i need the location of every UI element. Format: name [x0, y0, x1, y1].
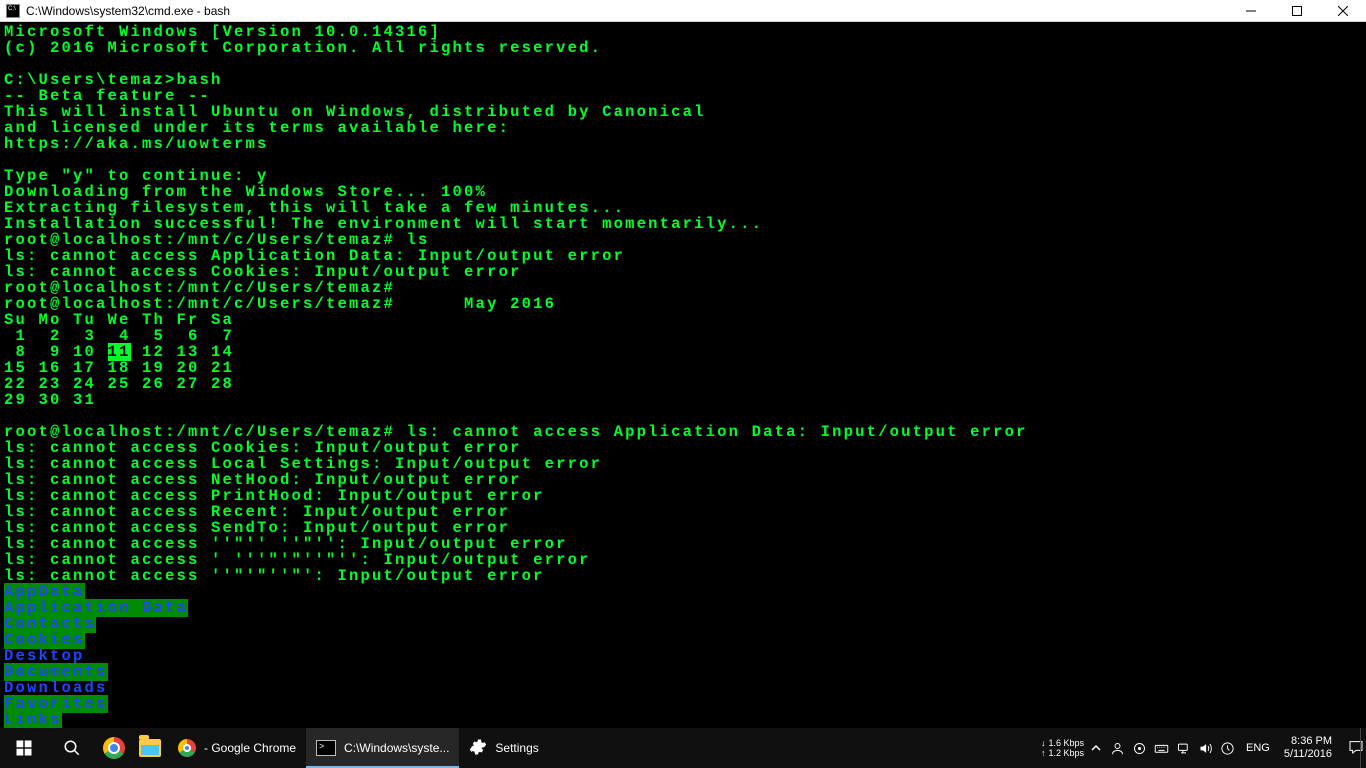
people-icon[interactable]: [1108, 739, 1126, 757]
close-button[interactable]: [1320, 0, 1366, 22]
network-icon[interactable]: [1174, 739, 1192, 757]
chrome-icon: [103, 737, 125, 759]
task-cmd[interactable]: C:\Windows\syste...: [306, 728, 459, 768]
location-icon[interactable]: [1130, 739, 1148, 757]
search-button[interactable]: [48, 728, 96, 768]
taskbar-clock[interactable]: 8:36 PM 5/11/2016: [1276, 735, 1340, 761]
tray-overflow-button[interactable]: [1088, 728, 1104, 768]
file-explorer-icon: [139, 739, 161, 757]
task-label: C:\Windows\syste...: [344, 741, 449, 755]
task-label: Settings: [495, 741, 538, 755]
volume-icon[interactable]: [1196, 739, 1214, 757]
clock-date: 5/11/2016: [1284, 748, 1332, 761]
action-center-button[interactable]: [1340, 739, 1360, 758]
net-down: 1.6 Kbps: [1049, 738, 1085, 748]
network-speed-indicator[interactable]: ↓1.6 Kbps ↑1.2 Kbps: [1041, 738, 1084, 758]
show-desktop-button[interactable]: [1360, 728, 1366, 768]
cmd-icon: [316, 740, 336, 756]
start-button[interactable]: [0, 728, 48, 768]
window-title-bar: C:\Windows\system32\cmd.exe - bash: [0, 0, 1366, 22]
maximize-button[interactable]: [1274, 0, 1320, 22]
taskbar: - Google Chrome C:\Windows\syste... Sett…: [0, 728, 1366, 768]
gear-icon: [469, 738, 487, 759]
task-label: - Google Chrome: [204, 741, 296, 755]
task-settings[interactable]: Settings: [459, 728, 548, 768]
minimize-button[interactable]: [1228, 0, 1274, 22]
cmd-icon: [6, 4, 20, 18]
keyboard-icon[interactable]: [1152, 739, 1170, 757]
clock-tray-icon[interactable]: [1218, 739, 1236, 757]
task-google-chrome[interactable]: - Google Chrome: [168, 728, 306, 768]
taskbar-pinned-chrome[interactable]: [96, 728, 132, 768]
net-up: 1.2 Kbps: [1049, 748, 1085, 758]
terminal-output[interactable]: Microsoft Windows [Version 10.0.14316] (…: [0, 22, 1366, 728]
taskbar-pinned-explorer[interactable]: [132, 728, 168, 768]
clock-time: 8:36 PM: [1291, 735, 1332, 748]
language-indicator[interactable]: ENG: [1240, 742, 1276, 754]
chrome-icon: [178, 739, 196, 757]
window-title: C:\Windows\system32\cmd.exe - bash: [26, 4, 230, 18]
